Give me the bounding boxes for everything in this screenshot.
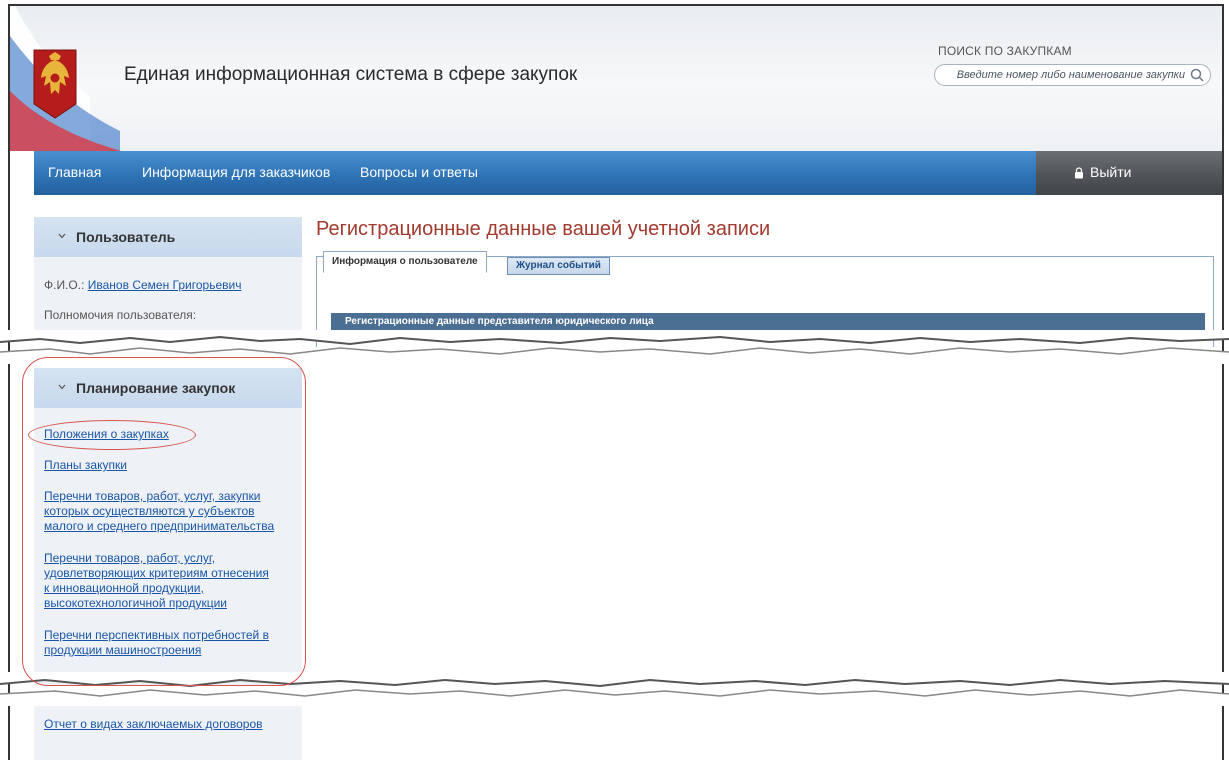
section-header: Регистрационные данные представителя юри… xyxy=(331,313,1205,331)
user-panel-title: Пользователь xyxy=(76,229,176,245)
site-title: Единая информационная система в сфере за… xyxy=(124,64,578,85)
main-navbar: Главная Информация для заказчиков Вопрос… xyxy=(34,151,1222,195)
logout-button[interactable]: Выйти xyxy=(1036,151,1222,195)
nav-item-customer-info[interactable]: Информация для заказчиков xyxy=(142,164,330,180)
fio-label: Ф.И.О.: xyxy=(44,278,85,292)
tab-event-log[interactable]: Журнал событий xyxy=(507,257,610,275)
fio-link[interactable]: Иванов Семен Григорьевич xyxy=(88,278,242,292)
search-icon[interactable] xyxy=(1189,67,1205,83)
page-title: Регистрационные данные вашей учетной зап… xyxy=(316,218,771,240)
link-contract-types-report[interactable]: Отчет о видах заключаемых договоров xyxy=(44,717,263,732)
site-header: Единая информационная система в сфере за… xyxy=(10,6,1222,151)
tab-user-info[interactable]: Информация о пользователе xyxy=(323,251,487,273)
chevron-down-icon xyxy=(58,233,66,239)
reports-panel: Отчет о видах заключаемых договоров xyxy=(34,700,302,760)
lock-icon xyxy=(1075,167,1083,179)
logout-label: Выйти xyxy=(1090,164,1132,180)
powers-label: Полномочия пользователя: xyxy=(44,308,197,322)
user-panel: Пользователь Ф.И.О.: Иванов Семен Григор… xyxy=(34,217,302,339)
search-label: ПОИСК ПО ЗАКУПКАМ xyxy=(938,44,1072,58)
user-panel-header[interactable]: Пользователь xyxy=(34,217,302,257)
fio-row: Ф.И.О.: Иванов Семен Григорьевич xyxy=(44,278,241,292)
coat-of-arms-icon xyxy=(33,49,77,119)
search-field[interactable] xyxy=(934,64,1211,86)
search-input[interactable] xyxy=(945,67,1185,83)
highlight-ellipse-regulations xyxy=(28,420,196,450)
nav-item-faq[interactable]: Вопросы и ответы xyxy=(360,164,478,180)
nav-item-home[interactable]: Главная xyxy=(48,164,101,180)
highlight-frame-planning xyxy=(22,357,306,686)
